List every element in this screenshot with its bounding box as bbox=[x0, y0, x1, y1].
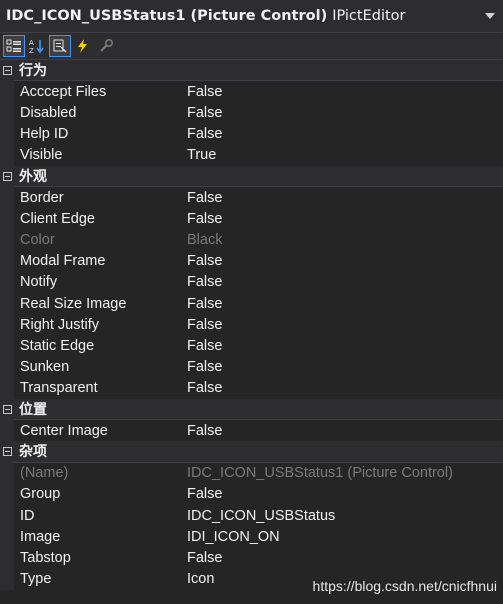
properties-header[interactable]: IDC_ICON_USBStatus1 (Picture Control) IP… bbox=[0, 0, 503, 33]
property-name: (Name) bbox=[20, 465, 69, 482]
property-row[interactable]: Static Edge False bbox=[0, 335, 503, 356]
property-value[interactable]: False bbox=[166, 126, 222, 142]
properties-toolbar: A Z bbox=[0, 33, 503, 60]
svg-text:A: A bbox=[29, 39, 34, 47]
property-value[interactable]: False bbox=[166, 253, 222, 269]
property-value[interactable]: False bbox=[166, 105, 222, 121]
property-value[interactable]: False bbox=[166, 380, 222, 396]
property-value[interactable]: IDI_ICON_ON bbox=[166, 529, 280, 545]
svg-text:Z: Z bbox=[29, 47, 34, 54]
property-name: Border bbox=[20, 189, 64, 206]
property-name: Real Size Image bbox=[20, 295, 127, 312]
property-row[interactable]: Center Image False bbox=[0, 420, 503, 441]
property-value[interactable]: False bbox=[166, 274, 222, 290]
property-value[interactable]: False bbox=[166, 190, 222, 206]
property-row-disabled: Color Black bbox=[0, 230, 503, 251]
property-name: Tabstop bbox=[20, 549, 71, 566]
alphabetical-button[interactable]: A Z bbox=[26, 35, 48, 57]
events-icon bbox=[78, 39, 87, 53]
property-value[interactable]: False bbox=[166, 317, 222, 333]
property-row[interactable]: Acccept Files False bbox=[0, 81, 503, 102]
property-row[interactable]: Disabled False bbox=[0, 102, 503, 123]
category-label: 位置 bbox=[19, 402, 47, 419]
property-name: ID bbox=[20, 507, 35, 524]
property-row[interactable]: Real Size Image False bbox=[0, 293, 503, 314]
property-name: Static Edge bbox=[20, 338, 95, 355]
property-name: Center Image bbox=[20, 422, 108, 439]
collapse-icon[interactable] bbox=[3, 65, 12, 75]
property-value[interactable]: False bbox=[166, 486, 222, 502]
property-name: Disabled bbox=[20, 104, 77, 121]
category-appearance[interactable]: 外观 bbox=[0, 165, 503, 188]
property-value: Black bbox=[187, 232, 223, 249]
property-value[interactable]: False bbox=[166, 550, 222, 566]
property-row[interactable]: Transparent False bbox=[0, 378, 503, 399]
property-name: Modal Frame bbox=[20, 253, 106, 270]
object-name: IDC_ICON_USBStatus1 (Picture Control) bbox=[6, 8, 328, 24]
property-name: Notify bbox=[20, 274, 58, 291]
property-value[interactable]: True bbox=[166, 147, 216, 163]
property-row[interactable]: ID IDC_ICON_USBStatus bbox=[0, 505, 503, 526]
property-name: Client Edge bbox=[20, 210, 95, 227]
property-value[interactable]: False bbox=[166, 423, 222, 439]
property-value[interactable]: False bbox=[166, 84, 222, 100]
property-value[interactable]: Icon bbox=[166, 571, 214, 587]
events-button[interactable] bbox=[72, 35, 94, 57]
collapse-icon[interactable] bbox=[3, 404, 12, 414]
property-row[interactable]: Notify False bbox=[0, 272, 503, 293]
property-row[interactable]: Client Edge False bbox=[0, 208, 503, 229]
property-value[interactable]: IDC_ICON_USBStatus bbox=[166, 508, 335, 524]
categorized-icon bbox=[6, 39, 21, 52]
property-value: IDC_ICON_USBStatus1 (Picture Control) bbox=[187, 465, 453, 482]
category-misc[interactable]: 杂项 bbox=[0, 441, 503, 463]
properties-icon bbox=[53, 39, 67, 53]
property-row[interactable]: Modal Frame False bbox=[0, 251, 503, 272]
property-row-disabled: (Name) IDC_ICON_USBStatus1 (Picture Contr… bbox=[0, 463, 503, 484]
messages-button[interactable] bbox=[95, 35, 117, 57]
property-name: Group bbox=[20, 486, 61, 503]
property-name: Type bbox=[20, 571, 52, 588]
category-behavior[interactable]: 行为 bbox=[0, 60, 503, 82]
property-name: Help ID bbox=[20, 126, 69, 143]
property-row[interactable]: Right Justify False bbox=[0, 314, 503, 335]
property-name: Transparent bbox=[20, 380, 98, 397]
collapse-icon[interactable] bbox=[3, 446, 12, 456]
property-name: Right Justify bbox=[20, 316, 99, 333]
property-grid: 行为 Acccept Files False Disabled False Help… bbox=[0, 60, 503, 590]
watermark-text: https://blog.csdn.net/cnicfhnui bbox=[312, 578, 497, 594]
collapse-icon[interactable] bbox=[3, 171, 12, 181]
category-label: 行为 bbox=[19, 63, 47, 80]
object-type: IPictEditor bbox=[332, 8, 406, 24]
property-value[interactable]: False bbox=[166, 211, 222, 227]
property-value[interactable]: False bbox=[166, 338, 222, 354]
property-row[interactable]: Help ID False bbox=[0, 124, 503, 145]
property-name: Color bbox=[20, 232, 55, 249]
category-label: 杂项 bbox=[19, 444, 47, 461]
categorized-button[interactable] bbox=[3, 35, 25, 57]
property-value[interactable]: False bbox=[166, 359, 222, 375]
property-row[interactable]: Sunken False bbox=[0, 357, 503, 378]
category-label: 外观 bbox=[19, 169, 47, 186]
property-row[interactable]: Visible True bbox=[0, 145, 503, 166]
property-name: Visible bbox=[20, 147, 63, 164]
property-row[interactable]: Border False bbox=[0, 187, 503, 208]
messages-icon bbox=[100, 38, 114, 52]
property-value[interactable]: False bbox=[166, 296, 222, 312]
category-position[interactable]: 位置 bbox=[0, 399, 503, 421]
property-name: Acccept Files bbox=[20, 83, 107, 100]
property-row[interactable]: Tabstop False bbox=[0, 547, 503, 568]
property-name: Image bbox=[20, 528, 61, 545]
property-row[interactable]: Group False bbox=[0, 484, 503, 505]
property-row[interactable]: Image IDI_ICON_ON bbox=[0, 526, 503, 547]
alphabetical-icon: A Z bbox=[29, 39, 44, 54]
chevron-down-icon[interactable] bbox=[485, 13, 495, 19]
property-name: Sunken bbox=[20, 359, 70, 376]
properties-button[interactable] bbox=[49, 35, 71, 57]
